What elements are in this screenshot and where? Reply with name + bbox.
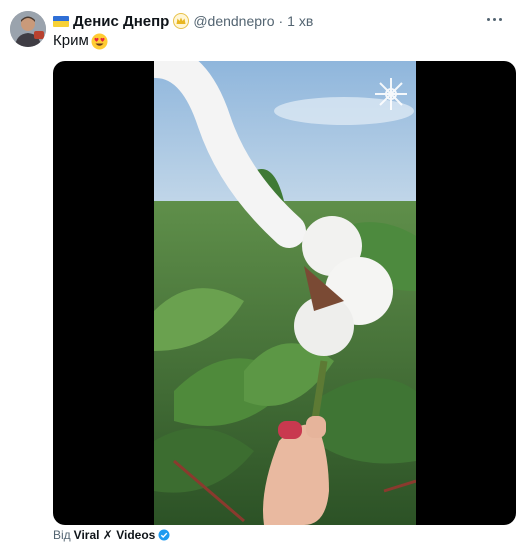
heart-eyes-emoji-icon bbox=[91, 33, 108, 50]
tweet-text-content: Крим bbox=[53, 32, 89, 49]
tweet-text: Крим bbox=[53, 31, 108, 51]
author-handle[interactable]: @dendnepro bbox=[193, 13, 274, 29]
author-display-name[interactable]: Денис Днепр bbox=[73, 13, 169, 30]
video-player[interactable] bbox=[53, 61, 516, 525]
avatar[interactable] bbox=[10, 11, 46, 47]
via-label: Від bbox=[53, 528, 71, 542]
source-account-link[interactable]: Viral ✗ Videos bbox=[74, 528, 156, 542]
verified-badge-icon bbox=[158, 529, 170, 541]
more-options-icon[interactable] bbox=[483, 10, 505, 28]
tweet-timestamp[interactable]: 1 хв bbox=[287, 13, 313, 29]
crown-badge-icon bbox=[173, 13, 190, 29]
video-source-attribution: Від Viral ✗ Videos bbox=[53, 528, 170, 542]
snowflake-watermark-icon bbox=[375, 78, 407, 110]
ukraine-flag-icon bbox=[53, 15, 69, 27]
tweet-header: Денис Днепр @dendnepro · 1 хв bbox=[53, 12, 313, 30]
separator-dot: · bbox=[278, 13, 284, 29]
video-frame[interactable] bbox=[154, 61, 416, 525]
tweet-card[interactable]: Денис Днепр @dendnepro · 1 хв Крим Від V… bbox=[0, 0, 519, 542]
